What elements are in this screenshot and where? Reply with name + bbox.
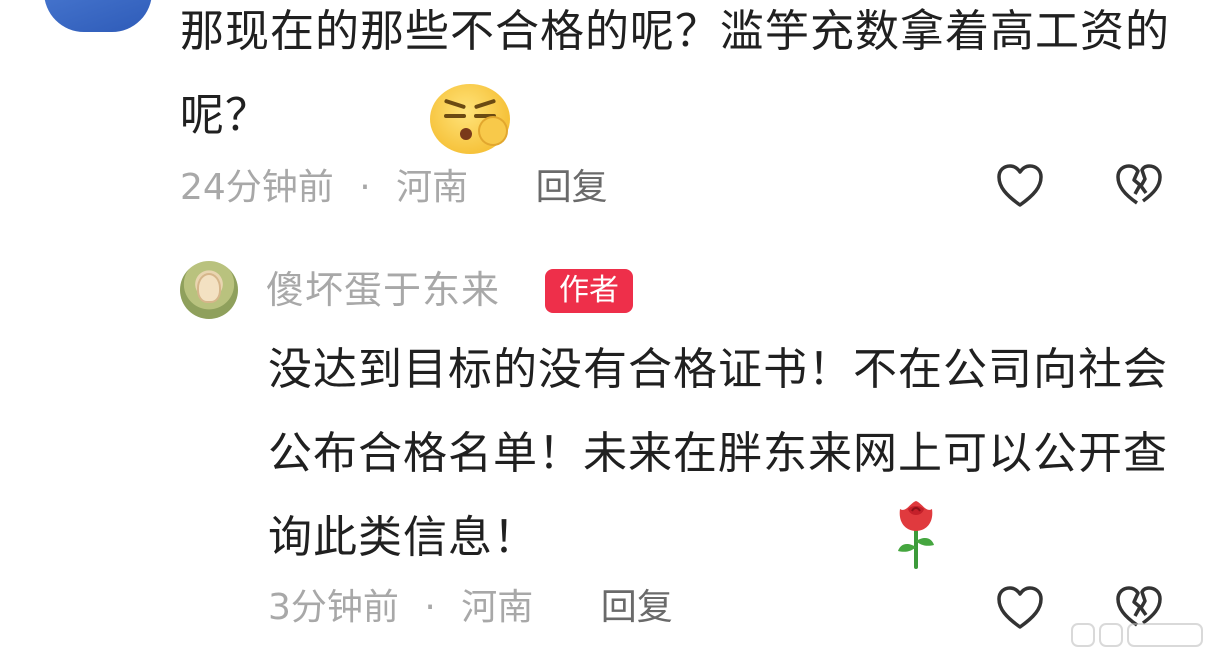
reply-button[interactable]: 回复 bbox=[601, 587, 673, 628]
comment-meta: 24分钟前 · 河南 回复 bbox=[180, 168, 608, 208]
rose-emoji-icon bbox=[890, 495, 942, 571]
author-badge: 作者 bbox=[545, 269, 633, 313]
like-heart-icon[interactable] bbox=[996, 585, 1044, 631]
comment-time: 24分钟前 bbox=[180, 167, 334, 208]
comment-location: 河南 bbox=[396, 167, 469, 208]
reply-button[interactable]: 回复 bbox=[536, 167, 608, 208]
smirking-face-emoji-icon bbox=[430, 84, 510, 154]
reply-avatar[interactable] bbox=[180, 261, 238, 319]
meta-separator: · bbox=[359, 167, 371, 208]
reply-time: 3分钟前 bbox=[268, 587, 399, 628]
dislike-broken-heart-icon[interactable] bbox=[1115, 163, 1163, 209]
watermark-icon bbox=[1070, 620, 1205, 654]
reply-text: 没达到目标的没有合格证书！不在公司向社会公布合格名单！未来在胖东来网上可以公开查… bbox=[268, 344, 1168, 563]
like-heart-icon[interactable] bbox=[996, 163, 1044, 209]
reply-location: 河南 bbox=[461, 587, 534, 628]
reply-meta: 3分钟前 · 河南 回复 bbox=[268, 588, 673, 628]
reply-username[interactable]: 傻坏蛋于东来 bbox=[266, 268, 500, 312]
comment-text: 那现在的那些不合格的呢？滥竽充数拿着高工资的呢？ bbox=[180, 6, 1170, 141]
meta-separator: · bbox=[424, 587, 436, 628]
avatar[interactable] bbox=[44, 0, 152, 32]
